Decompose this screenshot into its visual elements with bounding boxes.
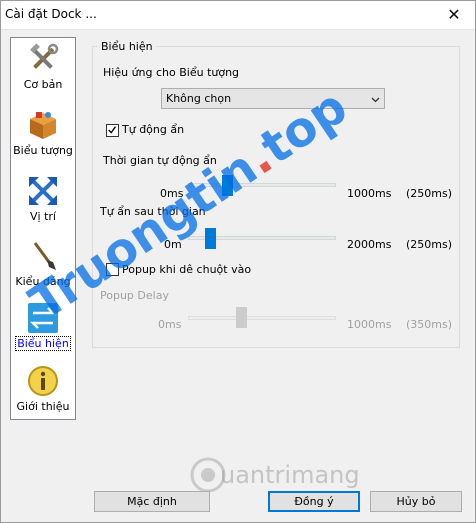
brush-icon [33, 242, 56, 270]
popup-delay-thumb [235, 307, 247, 328]
ok-button[interactable]: Đồng ý [268, 491, 360, 512]
sidebar-item-basic[interactable]: Cơ bản [11, 40, 75, 100]
sidebar-item-label: Biểu hiện [15, 336, 71, 351]
auto-hide-label: Tự động ẩn [122, 123, 185, 136]
popup-on-hover-label: Popup khi dê chuột vào [122, 263, 252, 276]
icon-effect-dropdown[interactable]: Không chọn [161, 88, 385, 109]
popup-delay-value: (350ms) [406, 318, 453, 331]
auto-hide-time-label: Thời gian tự động ẩn [103, 154, 217, 167]
group-title: Biểu hiện [98, 40, 156, 53]
sidebar-item-label: Cơ bản [23, 78, 63, 91]
popup-delay-label: Popup Delay [100, 289, 169, 302]
quantrimang-logo-icon [190, 457, 226, 493]
checkmark-icon [108, 126, 117, 134]
icon-effect-label: Hiệu ứng cho Biểu tượng [103, 66, 240, 79]
title-bar: Cài đặt Dock ... ✕ [0, 0, 476, 30]
sidebar-item-icons[interactable]: Biểu tượng [11, 106, 75, 166]
icon-effect-value: Không chọn [166, 92, 232, 105]
sidebar-item-label: Giới thiệu [16, 400, 70, 413]
close-icon: ✕ [447, 5, 461, 24]
close-button[interactable]: ✕ [432, 0, 476, 29]
hide-delay-max: 2000ms [347, 238, 392, 251]
auto-hide-time-min: 0ms [160, 187, 184, 200]
box-icon [30, 112, 56, 139]
category-sidebar: Cơ bản Biểu tượng Vị trí Kiểu dáng Biểu … [10, 37, 76, 420]
hide-delay-label: Tự ẩn sau thời gian [100, 205, 206, 218]
auto-hide-time-thumb[interactable] [222, 175, 234, 196]
sidebar-item-position[interactable]: Vị trí [11, 172, 75, 232]
sidebar-item-style[interactable]: Kiểu dáng [11, 237, 75, 297]
auto-hide-time-value: (250ms) [406, 187, 453, 200]
popup-delay-max: 1000ms [347, 318, 392, 331]
cancel-button[interactable]: Hủy bỏ [370, 491, 462, 512]
hide-delay-thumb[interactable] [205, 228, 217, 249]
chevron-down-icon [371, 97, 380, 103]
default-button[interactable]: Mặc định [94, 491, 210, 512]
hide-delay-min: 0m [164, 238, 182, 251]
popup-on-hover-checkbox[interactable] [106, 263, 119, 276]
popup-delay-track [188, 316, 336, 320]
sidebar-item-label: Vị trí [30, 210, 56, 223]
sidebar-item-behavior[interactable]: Biểu hiện [11, 299, 75, 359]
auto-hide-time-track[interactable] [188, 183, 336, 187]
sidebar-item-about[interactable]: Giới thiệu [11, 362, 75, 422]
arrows-icon [29, 177, 57, 205]
tools-icon [30, 43, 59, 69]
swap-icon [28, 303, 58, 333]
hide-delay-value: (250ms) [406, 238, 453, 251]
auto-hide-time-max: 1000ms [347, 187, 392, 200]
window-title: Cài đặt Dock ... [5, 7, 97, 21]
sidebar-item-label: Biểu tượng [13, 144, 73, 157]
popup-delay-min: 0ms [158, 318, 182, 331]
auto-hide-checkbox[interactable] [106, 124, 119, 137]
sidebar-item-label: Kiểu dáng [15, 275, 71, 288]
info-icon [28, 366, 58, 396]
